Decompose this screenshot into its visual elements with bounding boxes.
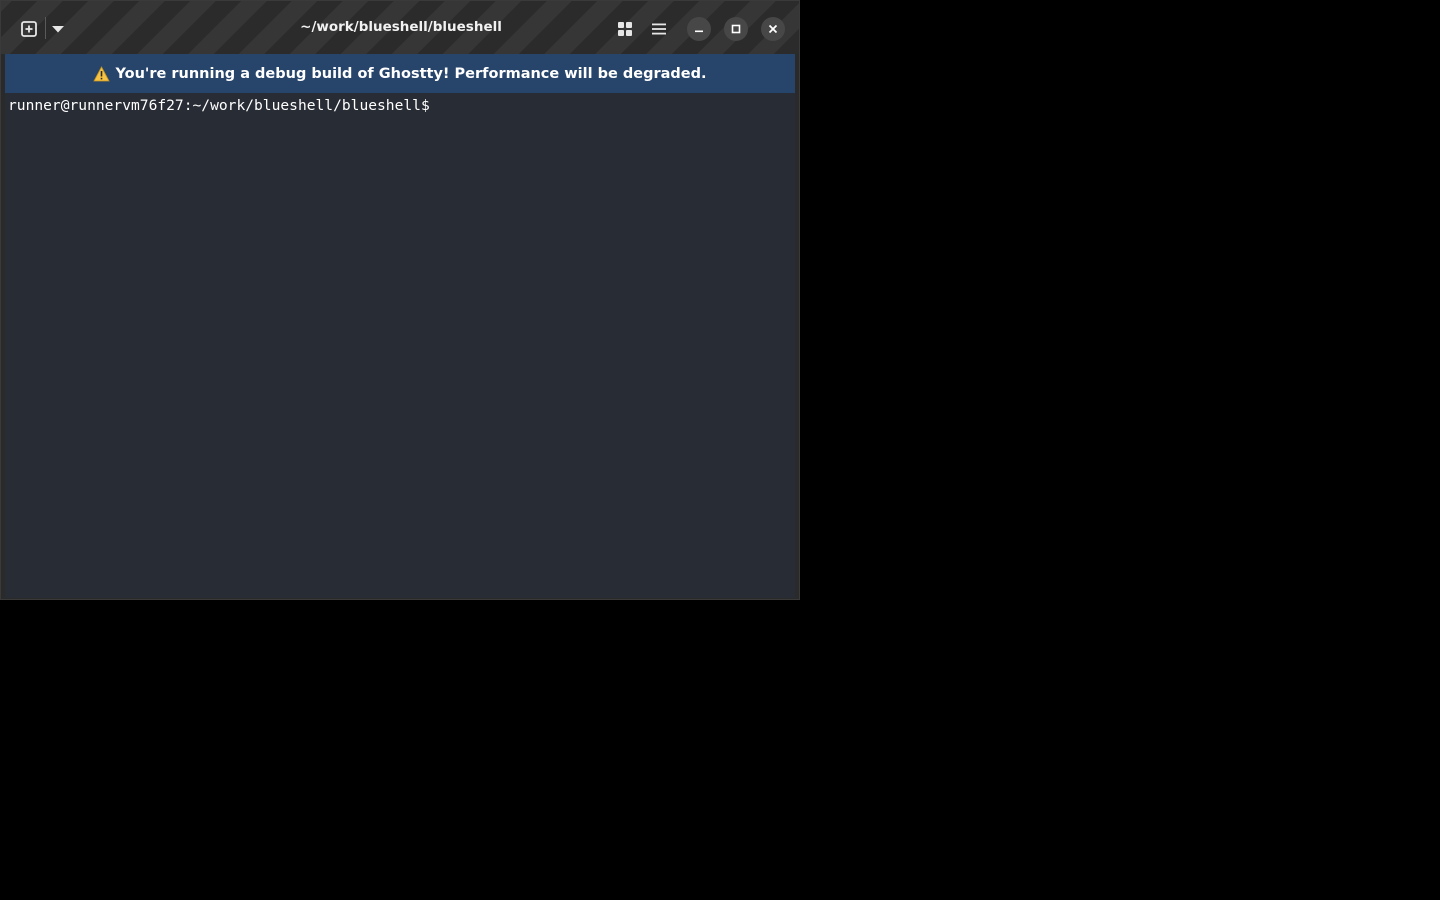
main-menu-button[interactable] bbox=[645, 15, 673, 43]
terminal-surface[interactable]: runner@runnervm76f27:~/work/blueshell/bl… bbox=[5, 93, 795, 598]
headerbar-divider bbox=[45, 17, 46, 39]
close-button[interactable] bbox=[761, 17, 785, 41]
maximize-icon bbox=[731, 24, 741, 34]
tab-overview-button[interactable] bbox=[611, 15, 639, 43]
shell-prompt: runner@runnervm76f27:~/work/blueshell/bl… bbox=[8, 97, 430, 114]
new-tab-button[interactable] bbox=[16, 16, 42, 42]
chevron-down-icon bbox=[52, 26, 64, 33]
tab-overview-icon bbox=[618, 22, 632, 36]
minimize-icon bbox=[695, 30, 703, 33]
maximize-button[interactable] bbox=[724, 17, 748, 41]
hamburger-menu-icon bbox=[652, 23, 666, 35]
ghostty-window: ~/work/blueshell/blueshell You're runnin… bbox=[0, 0, 800, 600]
headerbar[interactable]: ~/work/blueshell/blueshell bbox=[1, 1, 799, 54]
banner-text: You're running a debug build of Ghostty!… bbox=[115, 65, 707, 82]
warning-icon bbox=[93, 65, 111, 82]
minimize-button[interactable] bbox=[687, 17, 711, 41]
debug-build-banner: You're running a debug build of Ghostty!… bbox=[5, 54, 795, 93]
new-tab-icon bbox=[21, 21, 37, 37]
close-icon bbox=[768, 24, 778, 34]
tab-dropdown-button[interactable] bbox=[47, 16, 69, 42]
window-title: ~/work/blueshell/blueshell bbox=[300, 19, 502, 35]
